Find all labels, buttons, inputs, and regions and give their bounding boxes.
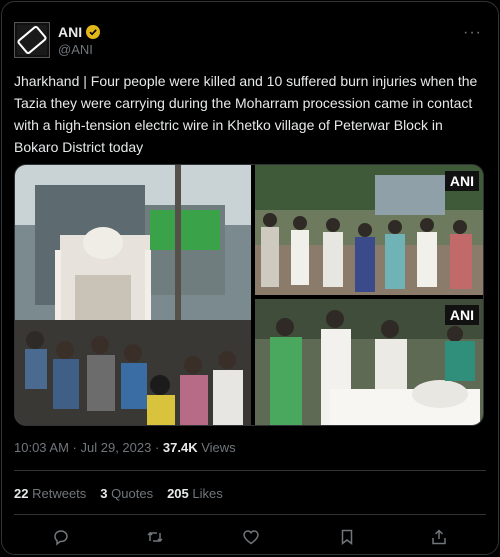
name-row: ANI xyxy=(58,24,101,40)
avatar[interactable] xyxy=(14,22,50,58)
tweet-stats: 22 Retweets 3 Quotes 205 Likes xyxy=(14,486,223,501)
media-photo-crowd[interactable]: ANI xyxy=(255,165,483,295)
retweets-count: 22 xyxy=(14,486,29,501)
like-icon[interactable] xyxy=(242,528,260,546)
retweets-stat[interactable]: 22 Retweets xyxy=(14,486,86,501)
likes-count: 205 xyxy=(167,486,189,501)
tweet-card: ANI @ANI ··· Jharkhand | Four people wer… xyxy=(1,1,499,555)
likes-stat[interactable]: 205 Likes xyxy=(167,486,223,501)
display-name[interactable]: ANI xyxy=(58,24,82,40)
quotes-count: 3 xyxy=(100,486,108,501)
tweet-date[interactable]: Jul 29, 2023 xyxy=(81,440,152,455)
tweet-text: Jharkhand | Four people were killed and … xyxy=(14,73,478,155)
tweet-time[interactable]: 10:03 AM xyxy=(14,440,69,455)
media-grid: ANI ANI xyxy=(14,164,484,426)
handle[interactable]: @ANI xyxy=(58,42,93,57)
views-label: Views xyxy=(197,440,236,455)
ani-logo-icon xyxy=(17,25,47,55)
ani-watermark: ANI xyxy=(444,305,479,325)
reply-icon[interactable] xyxy=(52,528,70,546)
more-horizontal-icon[interactable]: ··· xyxy=(463,24,482,42)
retweet-icon[interactable] xyxy=(146,528,164,546)
verified-badge-icon xyxy=(86,25,101,39)
action-bar xyxy=(14,528,486,546)
tweet-meta: 10:03 AM · Jul 29, 2023 · 37.4K Views xyxy=(14,440,236,455)
procession-image xyxy=(15,165,251,425)
quotes-stat[interactable]: 3 Quotes xyxy=(100,486,153,501)
meta-separator: · xyxy=(151,440,163,455)
tweet-header: ANI @ANI ··· xyxy=(14,20,486,60)
divider xyxy=(14,470,486,471)
retweets-label: Retweets xyxy=(32,486,87,501)
quotes-label: Quotes xyxy=(111,486,154,501)
share-icon[interactable] xyxy=(430,528,448,546)
divider xyxy=(14,514,486,515)
media-photo-injured[interactable]: ANI xyxy=(255,299,483,425)
media-photo-procession[interactable] xyxy=(15,165,251,425)
likes-label: Likes xyxy=(192,486,223,501)
bookmark-icon[interactable] xyxy=(338,528,356,546)
views-count: 37.4K xyxy=(162,440,198,455)
ani-watermark: ANI xyxy=(444,171,479,191)
meta-separator: · xyxy=(68,440,81,455)
